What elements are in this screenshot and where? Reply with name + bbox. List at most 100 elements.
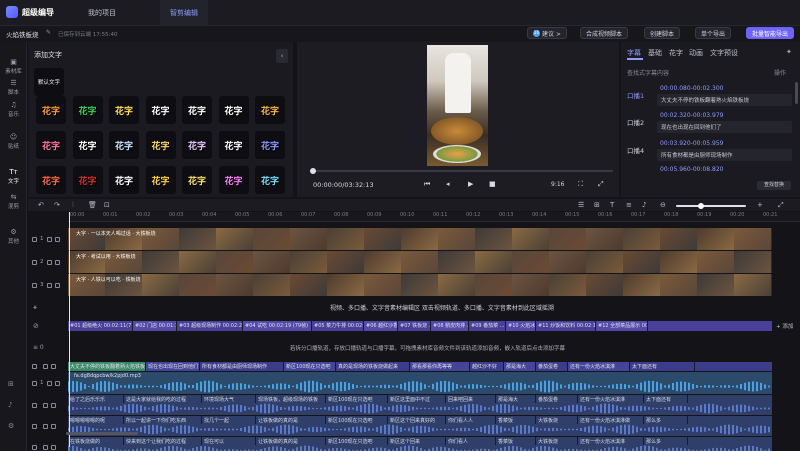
- caption-segment[interactable]: 那看那看你再等等: [410, 362, 470, 371]
- caption-segment[interactable]: 越红沙不好: [470, 362, 504, 371]
- voice-segment-label[interactable]: 香菜饭: [496, 437, 536, 445]
- chapter-segment[interactable]: #04 试吃 00:02:19 (79帧): [243, 321, 312, 331]
- voice-segment-label[interactable]: 新区100现在只选吧: [326, 416, 388, 424]
- audio-icon[interactable]: ♪: [642, 201, 646, 209]
- voice-segment-label[interactable]: 大铁板烧: [536, 437, 578, 445]
- caption-text-field[interactable]: 现在也出现在回到他们了: [657, 121, 792, 133]
- track-mute-icon[interactable]: [51, 444, 56, 450]
- caption-segment[interactable]: 大丈夫不停的铁板翻着熟火焰铁板烧: [68, 362, 146, 371]
- voice-segment-label[interactable]: 新区这个回来真好的: [388, 416, 446, 424]
- voice-track-2[interactable]: 嗯嗯嗯嗯嗯的呢 所以一起讲一下你们吃东西 找几个一起 让铁板做的真的是 新区100现在只…: [68, 416, 772, 436]
- voice-segment-label[interactable]: 你们看人人: [446, 416, 496, 424]
- text-preset-tile[interactable]: 花字: [72, 166, 103, 194]
- settings-icon[interactable]: ⚙: [8, 422, 14, 430]
- chapter-track-icon[interactable]: ⊘: [33, 322, 39, 330]
- video-track-head[interactable]: 1: [28, 228, 68, 250]
- text-preset-tile[interactable]: 花字: [182, 166, 212, 194]
- edit-icon[interactable]: ✎: [46, 29, 51, 36]
- chapter-segment[interactable]: #08 鹅皮肉排 ...: [431, 321, 469, 331]
- fullscreen-icon[interactable]: ⤢: [598, 180, 604, 189]
- text-preset-tile[interactable]: 花字: [145, 166, 176, 194]
- caption-op-label[interactable]: 操作: [774, 68, 786, 77]
- chapter-segment[interactable]: #02 门店 00:01:17(...: [133, 321, 177, 331]
- app-logo[interactable]: 超级编导: [6, 6, 54, 18]
- music-track-icon[interactable]: ♪: [8, 401, 12, 409]
- voice-segment-label[interactable]: 新区100现在只选吧: [326, 437, 388, 445]
- rail-item-music[interactable]: ♫ 音乐: [0, 98, 27, 120]
- voice-segment-label[interactable]: 回来吧回来: [446, 395, 496, 403]
- rail-item-script[interactable]: ☰ 脚本: [0, 76, 27, 98]
- voice-segment-label[interactable]: 那么多: [644, 416, 688, 424]
- delete-icon[interactable]: 🗑: [88, 201, 97, 209]
- voice-segment-label[interactable]: 番茄蛋卷: [536, 395, 578, 403]
- caption-label[interactable]: 口播1: [627, 90, 644, 100]
- text-preset-tile[interactable]: 花字: [218, 166, 249, 194]
- tab-1[interactable]: 基础: [648, 48, 662, 58]
- track-mute-icon[interactable]: [54, 236, 60, 242]
- split-icon[interactable]: ⫶: [72, 201, 74, 210]
- track-lock-icon[interactable]: [46, 282, 52, 288]
- audio-track[interactable]: fa.dg8dqpcbw/k2pjd0.mp3: [68, 372, 772, 394]
- find-replace-button[interactable]: 查找替换: [757, 181, 791, 190]
- track-mute-icon[interactable]: [51, 363, 56, 369]
- caption-segment[interactable]: 现在也出现在回到他们了: [146, 362, 200, 371]
- track-mute-icon[interactable]: [54, 259, 60, 265]
- text-preset-tile[interactable]: 花字: [182, 131, 212, 159]
- tab-3[interactable]: 动画: [689, 48, 703, 58]
- magic-icon[interactable]: ⚹: [33, 303, 37, 312]
- chapter-segment[interactable]: #10 火焰冰淇淋 ...: [506, 321, 536, 331]
- video-preview[interactable]: [427, 45, 488, 166]
- chapter-segment[interactable]: #11 炒饭和饮料 00:02:14 (74帧): [536, 321, 596, 331]
- caption-time[interactable]: 00:00.080-00:02.300: [660, 85, 723, 92]
- text-preset-tile[interactable]: 花字: [36, 166, 66, 194]
- chapter-segment[interactable]: #12 全部菜品展示 00:...: [596, 321, 648, 331]
- play-icon[interactable]: ▶: [468, 180, 473, 188]
- video-track[interactable]: 大字 · 一以本天人喝过话 · 大铁板烧: [68, 228, 772, 250]
- voice-track-3-head[interactable]: [28, 437, 68, 451]
- suggest-button[interactable]: 10 建议 >: [527, 27, 567, 39]
- voice-track-1-head[interactable]: [28, 395, 68, 415]
- rail-item-folder[interactable]: ▣ 素材库: [0, 55, 27, 77]
- text-preset-tile[interactable]: 花字: [182, 96, 212, 124]
- zoom-out-icon[interactable]: ⊖: [660, 201, 666, 209]
- progress-knob[interactable]: [310, 168, 316, 174]
- chapter-segment[interactable]: #03 超级现场制作 00:02:25 (89帧): [177, 321, 243, 331]
- batch-export-button[interactable]: 批量智能导出: [746, 27, 795, 39]
- voice-segment-label[interactable]: 还有一份火焰冰淇淋: [578, 437, 644, 445]
- voice-track-2-head[interactable]: [28, 416, 68, 436]
- progress-bar[interactable]: [310, 168, 613, 174]
- add-track-icon[interactable]: ⊞: [8, 380, 14, 388]
- caption-segment[interactable]: 太下面还有: [630, 362, 695, 371]
- track-visibility-icon[interactable]: [32, 380, 37, 386]
- voice-segment-label[interactable]: 新区这里面中不过: [388, 395, 446, 403]
- project-name[interactable]: 火焰铁板烧: [6, 29, 39, 39]
- track-mute-icon[interactable]: [54, 282, 60, 288]
- track-lock-icon[interactable]: [46, 380, 52, 386]
- tab-4[interactable]: 文字预设: [710, 48, 738, 58]
- text-preset-tile[interactable]: 花字: [218, 96, 249, 124]
- collapse-panel-button[interactable]: ‹: [276, 49, 288, 63]
- track-mute-icon[interactable]: [51, 402, 56, 408]
- caption-segment[interactable]: 还有一份火焰冰淇淋: [568, 362, 630, 371]
- track-lock-icon[interactable]: [43, 423, 48, 429]
- rail-item-mix[interactable]: ⇆ 混剪: [0, 190, 27, 212]
- zoom-slider-knob[interactable]: [698, 203, 704, 209]
- text-track-icon[interactable]: T: [610, 201, 614, 209]
- caption-track-icon[interactable]: ≡ 0: [33, 344, 44, 351]
- track-lock-icon[interactable]: [43, 363, 48, 369]
- create-script-button[interactable]: 创建脚本: [644, 27, 681, 39]
- preset-default-text[interactable]: 默认文字: [34, 68, 64, 96]
- track-visibility-icon[interactable]: [32, 282, 37, 288]
- track-visibility-icon[interactable]: [32, 444, 37, 450]
- caption-segment[interactable]: 新区100现在只选吧: [284, 362, 336, 371]
- text-preset-tile[interactable]: 花字: [109, 131, 139, 159]
- text-preset-tile[interactable]: 花字: [255, 131, 285, 159]
- caption-track-head[interactable]: [28, 361, 68, 371]
- voice-track-3[interactable]: 在铁板烧做的 快来到这个让我们吃的过程 现在可以 让铁板做的真的是 新区100现在只选吧…: [68, 437, 772, 451]
- voice-segment-label[interactable]: 大铁板烧: [536, 416, 578, 424]
- text-preset-tile[interactable]: 花字: [36, 131, 66, 159]
- voice-segment-label[interactable]: 找几个一起: [202, 416, 256, 424]
- text-preset-tile[interactable]: 花字: [72, 96, 103, 124]
- text-preset-tile[interactable]: 花字: [109, 166, 139, 194]
- audio-track-head[interactable]: 1: [28, 372, 68, 394]
